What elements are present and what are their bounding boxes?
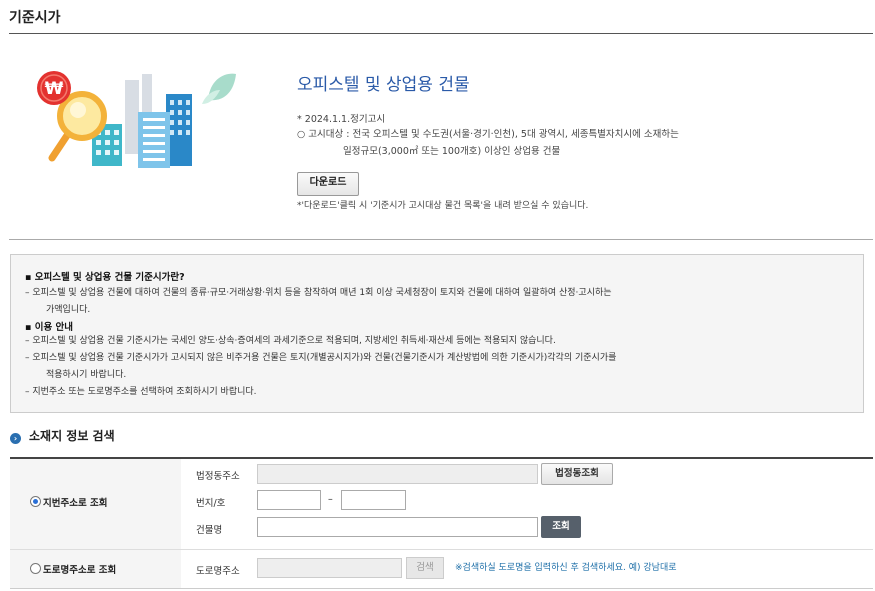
road-radio-dot[interactable] xyxy=(30,563,41,574)
notice-date: * 2024.1.1.정기고시 xyxy=(297,114,386,125)
form-row-divider xyxy=(10,549,873,550)
bunji-sub-input[interactable] xyxy=(341,490,406,510)
svg-text:₩: ₩ xyxy=(45,79,64,99)
bunji-label: 번지/호 xyxy=(196,498,226,509)
road-search-hint: ※검색하실 도로명을 입력하신 후 검색하세요. 예) 강남대로 xyxy=(455,563,677,573)
building-name-input[interactable] xyxy=(257,517,538,537)
info-guide-3: – 지번주소 또는 도로명주소를 선택하여 조회하시기 바랍니다. xyxy=(25,387,257,397)
jibun-radio[interactable]: 지번주소로 조회 xyxy=(30,495,108,509)
dong-label: 법정동주소 xyxy=(196,471,240,482)
search-section-title-text: 소재지 정보 검색 xyxy=(29,429,115,443)
jibun-radio-dot[interactable] xyxy=(30,496,41,507)
search-section-title: › 소재지 정보 검색 xyxy=(10,427,115,444)
won-coin-icon: ₩ xyxy=(37,71,71,105)
section-bullet-icon: › xyxy=(10,433,21,444)
form-bottom-border xyxy=(10,588,873,589)
info-guide-2b: 적용하시기 바랍니다. xyxy=(46,370,127,380)
section-divider xyxy=(9,239,873,240)
info-what-text: – 오피스텔 및 상업용 건물에 대하여 건물의 종류·규모·거래상황·위치 등… xyxy=(25,285,612,319)
road-label: 도로명주소 xyxy=(196,566,240,577)
road-radio[interactable]: 도로명주소로 조회 xyxy=(30,562,116,576)
dong-search-button[interactable]: 법정동조회 xyxy=(541,463,613,485)
road-search-button[interactable]: 검색 xyxy=(406,557,444,579)
notice-target-line2: 일정규모(3,000㎡ 또는 100개호) 이상인 상업용 건물 xyxy=(343,146,561,157)
product-title: 오피스텔 및 상업용 건물 xyxy=(297,75,470,95)
info-box: ▪ 오피스텔 및 상업용 건물 기준시가란? – 오피스텔 및 상업용 건물에 … xyxy=(10,254,864,413)
jibun-search-button[interactable]: 조회 xyxy=(541,516,581,538)
jibun-radio-label: 지번주소로 조회 xyxy=(43,498,108,509)
info-guide-2a: – 오피스텔 및 상업용 건물 기준시가가 고시되지 않은 비주거용 건물은 토… xyxy=(25,353,617,363)
dong-address-field[interactable] xyxy=(257,464,538,484)
info-guide-title: ▪ 이용 안내 xyxy=(25,322,74,333)
info-guide-text: – 오피스텔 및 상업용 건물 기준시가는 국세인 양도·상속·증여세의 과세기… xyxy=(25,333,616,401)
info-what-title: ▪ 오피스텔 및 상업용 건물 기준시가란? xyxy=(25,272,185,283)
info-guide-1: – 오피스텔 및 상업용 건물 기준시가는 국세인 양도·상속·증여세의 과세기… xyxy=(25,336,556,346)
info-what-line1: – 오피스텔 및 상업용 건물에 대하여 건물의 종류·규모·거래상황·위치 등… xyxy=(25,288,612,298)
download-button[interactable]: 다운로드 xyxy=(297,172,359,196)
road-radio-label: 도로명주소로 조회 xyxy=(43,565,117,576)
title-divider xyxy=(9,33,873,34)
bunji-main-input[interactable] xyxy=(257,490,321,510)
notice-target: ○ 고시대상 : 전국 오피스텔 및 수도권(서울·경기·인천), 5대 광역시… xyxy=(297,126,679,160)
leaf-icon xyxy=(202,73,236,104)
building-label: 건물명 xyxy=(196,525,223,536)
building-illustration: ₩ xyxy=(37,71,236,168)
bunji-dash: – xyxy=(328,494,333,505)
page-title: 기준시가 xyxy=(9,10,61,26)
info-what-line2: 가액입니다. xyxy=(46,305,91,315)
download-note: *'다운로드'클릭 시 '기준시가 고시대상 물건 목록'을 내려 받으실 수 … xyxy=(297,201,589,211)
road-address-field[interactable] xyxy=(257,558,402,578)
notice-target-line1: ○ 고시대상 : 전국 오피스텔 및 수도권(서울·경기·인천), 5대 광역시… xyxy=(297,129,679,140)
